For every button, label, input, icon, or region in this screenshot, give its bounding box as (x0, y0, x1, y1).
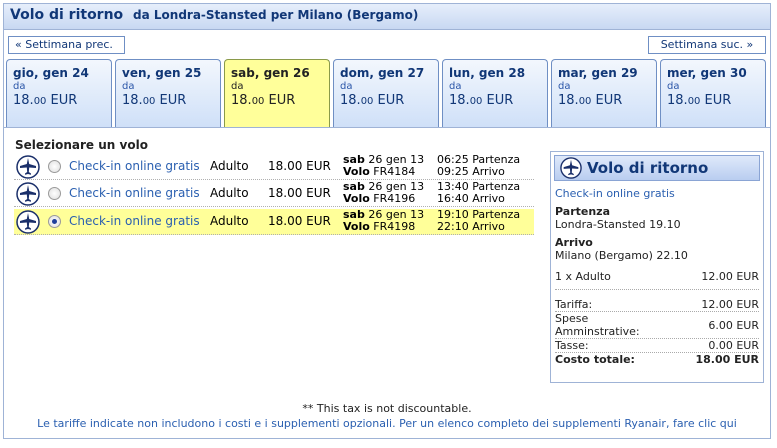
panel-title: Volo di ritorno (10, 7, 124, 23)
flight-price: 18.00 EUR (268, 186, 331, 200)
passenger-type: Adulto (210, 214, 249, 228)
summary-header: Volo di ritorno (554, 155, 760, 181)
arrival-value: Milano (Bergamo) 22.10 (555, 249, 688, 262)
day-tab-date: mar, gen 29 (558, 66, 638, 80)
departure-label: Partenza (555, 205, 610, 218)
day-tab-price: 18.00 EUR (340, 93, 405, 108)
day-tab-price: 18.00 EUR (667, 93, 732, 108)
total-cost-row: Costo totale: 18.00 EUR (555, 353, 759, 366)
flight-radio[interactable] (48, 160, 61, 173)
flight-date-number: sab 26 gen 13 Volo FR4184 (343, 153, 425, 178)
day-tab-from-label: da (667, 81, 680, 92)
plane-icon (16, 155, 40, 179)
flight-date-number: sab 26 gen 13 Volo FR4198 (343, 208, 425, 233)
day-tab-date: lun, gen 28 (449, 66, 526, 80)
panel-titlebar: Volo di ritorno da Londra-Stansted per M… (4, 4, 770, 30)
flight-times: 06:25 Partenza 09:25 Arrivo (437, 153, 521, 178)
day-tab-price: 18.00 EUR (122, 93, 187, 108)
day-tab-selected[interactable]: sab, gen 26 da 18.00 EUR (224, 59, 330, 127)
day-tab-date: gio, gen 24 (13, 66, 89, 80)
day-tab-price: 18.00 EUR (13, 93, 78, 108)
tax-note: ** This tax is not discountable. (302, 402, 472, 415)
day-tab-from-label: da (13, 81, 26, 92)
day-tab[interactable]: gio, gen 24 da 18.00 EUR (6, 59, 112, 127)
supplements-info-link[interactable]: Le tariffe indicate non includono i cost… (4, 417, 770, 430)
day-tab-price: 18.00 EUR (558, 93, 623, 108)
day-tab[interactable]: mar, gen 29 da 18.00 EUR (551, 59, 657, 127)
departure-value: Londra-Stansted 19.10 (555, 218, 681, 231)
summary-checkin-label: Check-in online gratis (555, 187, 675, 200)
free-online-checkin-label: Check-in online gratis (69, 214, 200, 228)
fare-summary-box: Volo di ritorno Check-in online gratis P… (550, 151, 764, 383)
day-tab-date: dom, gen 27 (340, 66, 425, 80)
day-tab[interactable]: lun, gen 28 da 18.00 EUR (442, 59, 548, 127)
day-tab-price: 18.00 EUR (449, 93, 514, 108)
flight-row-selected[interactable]: Check-in online gratis Adulto 18.00 EUR … (14, 209, 534, 235)
plane-icon (16, 210, 40, 234)
day-tab-from-label: da (231, 81, 244, 92)
flight-row[interactable]: Check-in online gratis Adulto 18.00 EUR … (14, 154, 534, 180)
flight-radio-checked[interactable] (48, 215, 61, 228)
flight-times: 13:40 Partenza 16:40 Arrivo (437, 180, 521, 205)
day-tab[interactable]: ven, gen 25 da 18.00 EUR (115, 59, 221, 127)
route-subtitle: da Londra-Stansted per Milano (Bergamo) (133, 8, 419, 22)
day-tab[interactable]: mer, gen 30 da 18.00 EUR (660, 59, 766, 127)
fare-row: Tariffa: 12.00 EUR (555, 298, 759, 312)
arrival-label: Arrivo (555, 236, 593, 249)
return-flight-panel: Volo di ritorno da Londra-Stansted per M… (3, 3, 771, 439)
day-tab-from-label: da (122, 81, 135, 92)
passenger-type: Adulto (210, 159, 249, 173)
day-tab-from-label: da (340, 81, 353, 92)
flight-times: 19:10 Partenza 22:10 Arrivo (437, 208, 521, 233)
day-tab-date: sab, gen 26 (231, 66, 310, 80)
taxes-row: Tasse: 0.00 EUR (555, 339, 759, 353)
flight-price: 18.00 EUR (268, 159, 331, 173)
day-tab[interactable]: dom, gen 27 da 18.00 EUR (333, 59, 439, 127)
day-tab-from-label: da (558, 81, 571, 92)
day-tab-date: mer, gen 30 (667, 66, 747, 80)
free-online-checkin-label: Check-in online gratis (69, 159, 200, 173)
select-flight-heading: Selezionare un volo (15, 138, 148, 152)
passenger-type: Adulto (210, 186, 249, 200)
summary-body: Check-in online gratis Partenza Londra-S… (554, 181, 760, 366)
admin-fees-row: Spese Amminstrative: 6.00 EUR (555, 312, 759, 339)
free-online-checkin-label: Check-in online gratis (69, 186, 200, 200)
passenger-fare-row: 1 x Adulto 12.00 EUR (555, 270, 759, 290)
day-tab-from-label: da (449, 81, 462, 92)
day-tab-date: ven, gen 25 (122, 66, 202, 80)
flight-radio[interactable] (48, 187, 61, 200)
flight-date-number: sab 26 gen 13 Volo FR4196 (343, 180, 425, 205)
summary-title: Volo di ritorno (587, 159, 709, 177)
previous-week-button[interactable]: « Settimana prec. (8, 36, 125, 54)
day-tab-price: 18.00 EUR (231, 93, 296, 108)
plane-icon (560, 157, 582, 179)
tabs-divider (4, 127, 770, 128)
flight-row[interactable]: Check-in online gratis Adulto 18.00 EUR … (14, 181, 534, 207)
next-week-button[interactable]: Settimana suc. » (648, 36, 766, 54)
plane-icon (16, 182, 40, 206)
flight-price: 18.00 EUR (268, 214, 331, 228)
